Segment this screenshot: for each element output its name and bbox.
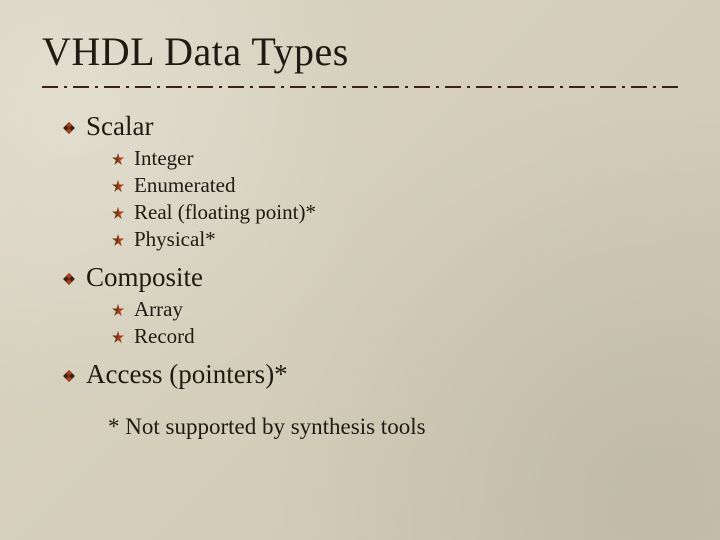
- list-item: Enumerated: [112, 173, 678, 198]
- list-item-label: Scalar: [80, 111, 153, 142]
- star-bullet-icon: [112, 207, 130, 219]
- star-bullet-icon: [112, 153, 130, 165]
- list-item-label: Physical*: [130, 227, 216, 252]
- list-item-label: Access (pointers)*: [80, 359, 288, 390]
- list-item: Physical*: [112, 227, 678, 252]
- star-bullet-icon: [112, 180, 130, 192]
- list-item-label: Real (floating point)*: [130, 200, 316, 225]
- slide-content: Scalar Integer Enumerated Real (floating…: [42, 111, 678, 440]
- footnote: * Not supported by synthesis tools: [62, 414, 678, 440]
- slide: VHDL Data Types Scalar Integer: [0, 0, 720, 540]
- list-item-label: Enumerated: [130, 173, 235, 198]
- diamond-bullet-icon: [62, 121, 80, 135]
- star-bullet-icon: [112, 234, 130, 246]
- list-item-label: Integer: [130, 146, 193, 171]
- title-divider: [42, 85, 678, 89]
- list-item: Scalar: [62, 111, 678, 142]
- divider-line-icon: [42, 85, 678, 89]
- diamond-bullet-icon: [62, 369, 80, 383]
- list-item-label: Composite: [80, 262, 203, 293]
- list-item-label: Array: [130, 297, 183, 322]
- list-item: Composite: [62, 262, 678, 293]
- list-item: Array: [112, 297, 678, 322]
- list-item-label: Record: [130, 324, 195, 349]
- list-item: Real (floating point)*: [112, 200, 678, 225]
- sublist: Array Record: [62, 297, 678, 349]
- sublist: Integer Enumerated Real (floating point)…: [62, 146, 678, 252]
- list-item: Access (pointers)*: [62, 359, 678, 390]
- list-item: Integer: [112, 146, 678, 171]
- slide-title: VHDL Data Types: [42, 28, 678, 75]
- star-bullet-icon: [112, 304, 130, 316]
- list-item: Record: [112, 324, 678, 349]
- diamond-bullet-icon: [62, 272, 80, 286]
- star-bullet-icon: [112, 331, 130, 343]
